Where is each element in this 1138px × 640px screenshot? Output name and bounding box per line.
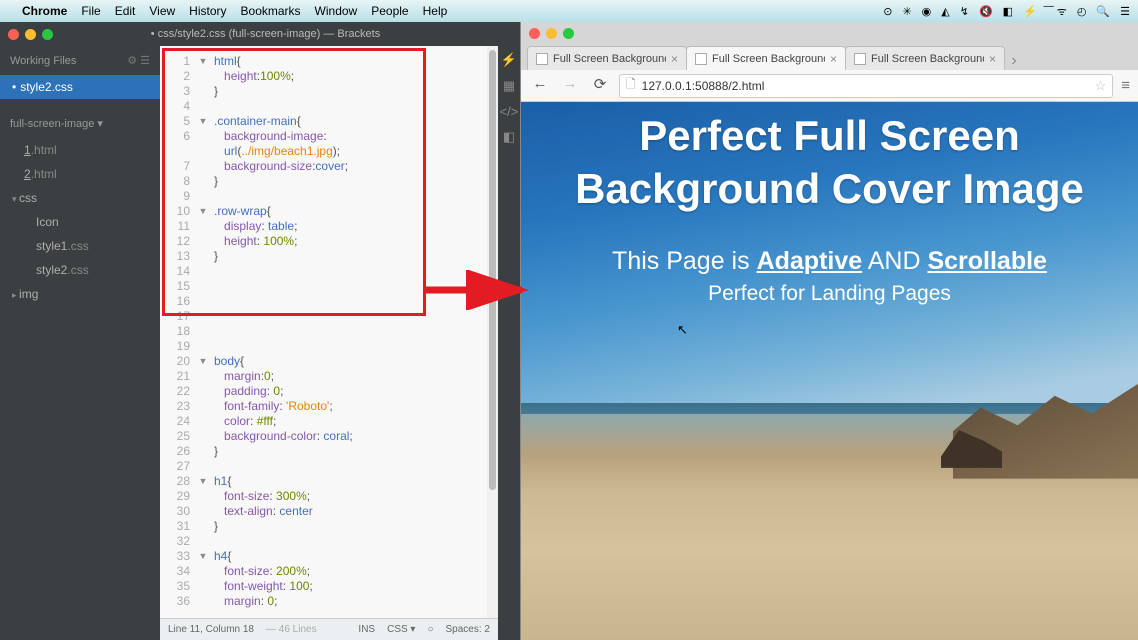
menu-help[interactable]: Help xyxy=(423,4,448,18)
close-icon[interactable] xyxy=(529,28,540,39)
language-mode[interactable]: CSS ▾ xyxy=(387,624,415,635)
browser-viewport[interactable]: Perfect Full ScreenBackground Cover Imag… xyxy=(521,102,1138,640)
menu-window[interactable]: Window xyxy=(315,4,358,18)
gear-icon[interactable]: ⚙ ☰ xyxy=(127,54,150,67)
status-icon[interactable]: ◉ xyxy=(922,5,932,18)
page-icon: 🗋 xyxy=(626,75,636,96)
tree-file[interactable]: style1.css xyxy=(0,234,160,258)
brackets-toolbar: ⚡ ▦ </> ◧ xyxy=(498,46,520,640)
tree-folder-css[interactable]: css xyxy=(0,186,160,210)
status-icon[interactable]: ⊙ xyxy=(883,5,892,18)
brackets-window: • css/style2.css (full-screen-image) — B… xyxy=(0,22,520,640)
spotlight-icon[interactable]: 🔍 xyxy=(1096,5,1110,18)
menu-view[interactable]: View xyxy=(149,4,175,18)
browser-tab[interactable]: Full Screen Background× xyxy=(686,46,846,70)
page-content: Perfect Full ScreenBackground Cover Imag… xyxy=(521,102,1138,640)
forward-button[interactable]: → xyxy=(559,75,581,97)
brackets-titlebar[interactable]: • css/style2.css (full-screen-image) — B… xyxy=(0,22,520,46)
browser-tab[interactable]: Full Screen Background× xyxy=(845,46,1005,70)
menu-edit[interactable]: Edit xyxy=(115,4,136,18)
working-file-item[interactable]: •style2.css xyxy=(0,75,160,99)
menu-bookmarks[interactable]: Bookmarks xyxy=(241,4,301,18)
tree-file[interactable]: style2.css xyxy=(0,258,160,282)
mute-icon[interactable]: 🔇 xyxy=(979,5,993,18)
tree-file[interactable]: 2.html xyxy=(0,162,160,186)
indent-setting[interactable]: Spaces: 2 xyxy=(446,624,490,635)
close-tab-icon[interactable]: × xyxy=(671,52,678,66)
line-gutter: 1234567891011121314151617181920212223242… xyxy=(160,46,196,618)
favicon-icon xyxy=(695,53,707,65)
menu-icon[interactable]: ☰ xyxy=(1120,5,1130,18)
minimize-icon[interactable] xyxy=(546,28,557,39)
insert-mode[interactable]: INS xyxy=(358,624,375,635)
extension-icon[interactable]: ▦ xyxy=(503,78,515,94)
extension-icon[interactable]: </> xyxy=(500,104,519,119)
menubar-status-icons: ⊙ ✳ ◉ ◭ ↯ 🔇 ◧ ⚡ ͞ ᯤ ◴ 🔍 ☰ xyxy=(883,4,1130,19)
browser-tab[interactable]: Full Screen Background× xyxy=(527,46,687,70)
cursor-position: Line 11, Column 18 xyxy=(168,624,254,635)
favicon-icon xyxy=(854,53,866,65)
chrome-titlebar[interactable] xyxy=(521,22,1138,44)
menu-people[interactable]: People xyxy=(371,4,408,18)
mac-menubar: Chrome File Edit View History Bookmarks … xyxy=(0,0,1138,22)
page-tagline: Perfect for Landing Pages xyxy=(521,282,1138,306)
tree-file[interactable]: 1.html xyxy=(0,138,160,162)
status-icon[interactable]: ↯ xyxy=(960,5,969,18)
close-tab-icon[interactable]: × xyxy=(830,52,837,66)
menu-history[interactable]: History xyxy=(189,4,226,18)
tab-strip: Full Screen Background× Full Screen Back… xyxy=(521,44,1138,70)
extension-icon[interactable]: ◧ xyxy=(503,129,515,145)
reload-button[interactable]: ⟳ xyxy=(589,75,611,97)
bookmark-icon[interactable]: ☆ xyxy=(1095,78,1107,94)
status-icon[interactable]: ◭ xyxy=(941,5,949,18)
close-icon[interactable] xyxy=(8,29,19,40)
browser-toolbar: ← → ⟳ 🗋 127.0.0.1:50888/2.html ☆ ≡ xyxy=(521,70,1138,102)
chrome-window: Full Screen Background× Full Screen Back… xyxy=(520,22,1138,640)
close-tab-icon[interactable]: × xyxy=(989,52,996,66)
working-files-header[interactable]: Working Files ⚙ ☰ xyxy=(0,46,160,75)
fold-column[interactable]: ▼▼▼▼▼▼ xyxy=(196,46,210,618)
wifi-icon[interactable]: ᯤ xyxy=(1057,4,1067,19)
menu-icon[interactable]: ≡ xyxy=(1121,77,1130,94)
tree-file[interactable]: Icon xyxy=(0,210,160,234)
status-icon[interactable]: ◧ xyxy=(1003,5,1013,18)
live-preview-icon[interactable]: ⚡ xyxy=(501,52,517,68)
brackets-sidebar: Working Files ⚙ ☰ •style2.css full-scree… xyxy=(0,46,160,640)
favicon-icon xyxy=(536,53,548,65)
new-tab-button[interactable]: › xyxy=(1004,52,1024,70)
menu-file[interactable]: File xyxy=(81,4,100,18)
project-header[interactable]: full-screen-image ▾ xyxy=(0,109,160,138)
status-icon[interactable]: ✳ xyxy=(902,5,911,18)
page-heading: Perfect Full ScreenBackground Cover Imag… xyxy=(521,110,1138,215)
tree-folder-img[interactable]: img xyxy=(0,282,160,306)
window-title: • css/style2.css (full-screen-image) — B… xyxy=(19,28,512,40)
page-subheading: This Page is Adaptive AND Scrollable xyxy=(521,247,1138,276)
back-button[interactable]: ← xyxy=(529,75,551,97)
code-editor[interactable]: 1234567891011121314151617181920212223242… xyxy=(160,46,498,640)
menubar-app[interactable]: Chrome xyxy=(22,4,67,18)
mouse-cursor-icon: ↖ xyxy=(677,322,688,338)
url-text: 127.0.0.1:50888/2.html xyxy=(642,79,1089,93)
lint-status[interactable]: ○ xyxy=(427,624,433,635)
battery-icon[interactable]: ⚡ xyxy=(1023,5,1037,18)
maximize-icon[interactable] xyxy=(563,28,574,39)
clock-icon[interactable]: ◴ xyxy=(1077,5,1087,18)
code-content[interactable]: html{ height:100%;}.container-main{ back… xyxy=(210,46,498,618)
annotation-arrow xyxy=(424,270,534,310)
scrollbar[interactable] xyxy=(487,46,498,618)
address-bar[interactable]: 🗋 127.0.0.1:50888/2.html ☆ xyxy=(619,74,1113,98)
statusbar: Line 11, Column 18 — 46 Lines INS CSS ▾ … xyxy=(160,618,498,640)
